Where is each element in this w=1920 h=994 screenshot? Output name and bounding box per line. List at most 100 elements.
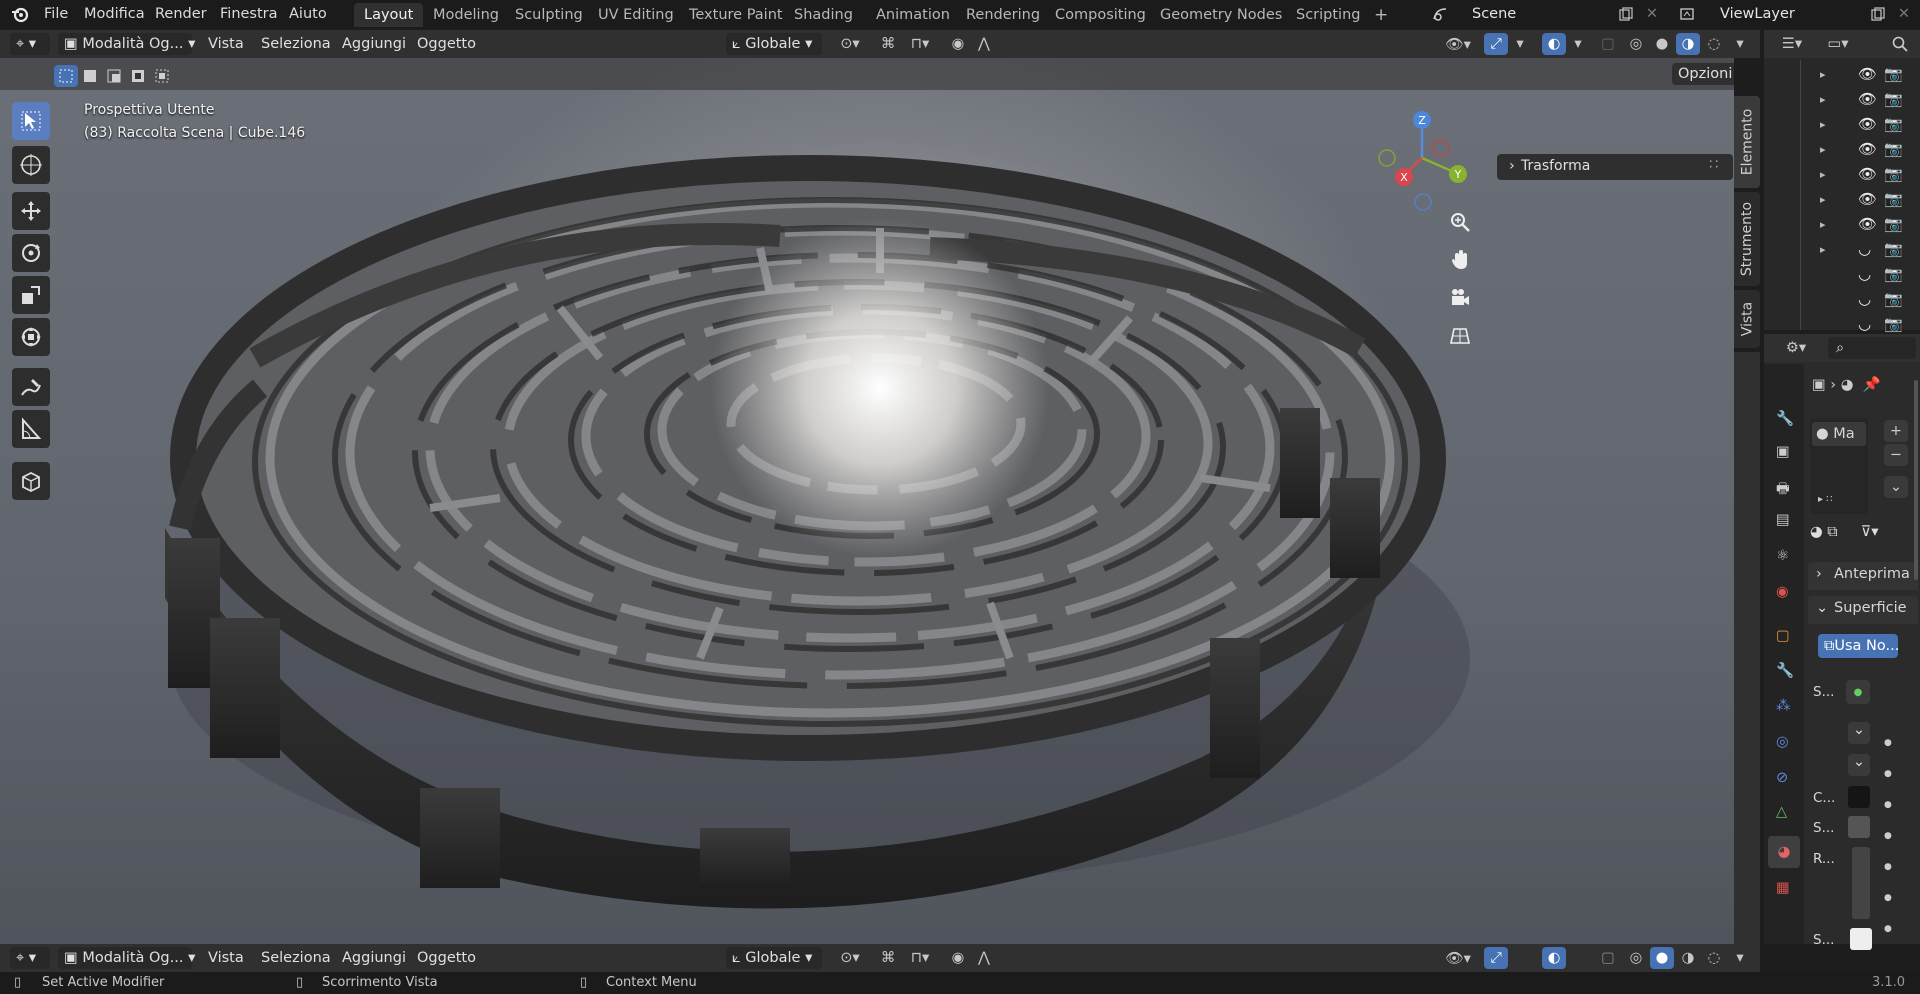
snap-toggle-icon[interactable]: ⌘	[876, 33, 900, 55]
measure-tool[interactable]	[12, 410, 50, 448]
menu-view-bottom[interactable]: Vista	[208, 948, 244, 968]
menu-object-bottom[interactable]: Oggetto	[417, 948, 476, 968]
transform-orientation-dropdown-bottom[interactable]: ⟀ Globale ▾	[726, 947, 822, 969]
tab-uv-editing[interactable]: UV Editing	[588, 3, 684, 27]
menu-view[interactable]: Vista	[208, 34, 244, 54]
falloff-icon[interactable]: ⋀	[972, 33, 996, 55]
cursor-tool[interactable]	[12, 146, 50, 184]
shading-rendered-icon[interactable]: ◌	[1702, 33, 1726, 55]
radius-vector-field[interactable]	[1852, 847, 1870, 919]
transform-orientation-dropdown[interactable]: ⟀ Globale ▾	[726, 33, 822, 55]
menu-render[interactable]: Render	[147, 3, 215, 25]
search-icon[interactable]	[1888, 33, 1912, 55]
transform-tool[interactable]	[12, 318, 50, 356]
tab-compositing[interactable]: Compositing	[1045, 3, 1156, 27]
falloff-icon-bottom[interactable]: ⋀	[972, 947, 996, 969]
view-layer-icon[interactable]	[1676, 3, 1700, 25]
tab-rendering[interactable]: Rendering	[956, 3, 1050, 27]
menu-select[interactable]: Seleziona	[261, 34, 331, 54]
gizmo-dropdown-icon[interactable]: ▾	[1508, 33, 1532, 55]
shading-wireframe-icon[interactable]: ◎	[1624, 33, 1648, 55]
distribution-dropdown[interactable]: ⌄	[1848, 722, 1870, 744]
mode-dropdown[interactable]: ▣ Modalità Og... ▾	[58, 33, 195, 55]
data-tab-icon[interactable]: △	[1776, 804, 1787, 820]
shading-dropdown-icon[interactable]: ▾	[1728, 33, 1752, 55]
rotate-tool[interactable]	[12, 234, 50, 272]
zoom-icon[interactable]	[1444, 206, 1476, 238]
proportional-edit-icon[interactable]: ◉	[946, 33, 970, 55]
remove-view-layer-icon[interactable]: ✕	[1892, 3, 1916, 25]
tab-sculpting[interactable]: Sculpting	[505, 3, 593, 27]
editor-type-dropdown-bottom[interactable]: ⌖ ▾	[10, 947, 50, 969]
menu-window[interactable]: Finestra	[212, 3, 286, 25]
subsurface-color-swatch[interactable]	[1850, 928, 1872, 950]
proportional-edit-icon-bottom[interactable]: ◉	[946, 947, 970, 969]
output-tab-icon[interactable]: 🖶	[1776, 478, 1790, 503]
properties-search-input[interactable]: ⌕	[1828, 337, 1916, 359]
tab-item[interactable]: Elemento	[1734, 96, 1760, 188]
shading-material-icon[interactable]: ◑	[1676, 33, 1700, 55]
remove-scene-icon[interactable]: ✕	[1640, 3, 1664, 25]
sidebar-transform-panel[interactable]: › Trasforma ∷	[1497, 154, 1733, 180]
snap-toggle-icon-bottom[interactable]: ⌘	[876, 947, 900, 969]
move-tool[interactable]	[12, 192, 50, 230]
use-nodes-button[interactable]: ⧉Usa No...	[1818, 634, 1898, 658]
tab-texture-paint[interactable]: Texture Paint	[679, 3, 793, 27]
tab-scripting[interactable]: Scripting	[1286, 3, 1370, 27]
shading-rendered-icon-bottom[interactable]: ◌	[1702, 947, 1726, 969]
object-tab-icon[interactable]: ▢	[1776, 628, 1790, 644]
preview-panel-header[interactable]: › Anteprima	[1808, 562, 1918, 590]
gizmo-toggle-icon[interactable]: ⤢	[1484, 33, 1508, 55]
scene-selector-icon[interactable]	[1428, 3, 1452, 25]
outliner-editor-type-icon[interactable]: ☰▾	[1774, 33, 1810, 55]
tab-modeling[interactable]: Modeling	[423, 3, 509, 27]
expand-arrow-icon[interactable]: ▸ ∷	[1818, 494, 1833, 505]
tab-shading[interactable]: Shading	[784, 3, 863, 27]
overlays-toggle-icon-bottom[interactable]: ◐	[1542, 947, 1566, 969]
editor-type-dropdown[interactable]: ⌖ ▾	[10, 33, 50, 55]
tab-layout[interactable]: Layout	[354, 3, 424, 27]
visibility-icon[interactable]: 👁▾	[1440, 33, 1476, 55]
view-layer-tab-icon[interactable]: ▤	[1776, 512, 1790, 528]
keyframe-dots-icon[interactable]: ● ● ● ● ● ● ●	[1884, 728, 1892, 945]
new-view-layer-icon[interactable]	[1866, 3, 1890, 25]
material-tab-icon[interactable]: ◕	[1768, 836, 1800, 868]
physics-tab-icon[interactable]: ◎	[1776, 734, 1789, 750]
shading-dropdown-icon-bottom[interactable]: ▾	[1728, 947, 1752, 969]
render-camera-icon[interactable]: 📷 📷 📷 📷 📷 📷 📷 📷 📷 📷 📷	[1884, 62, 1903, 337]
constraints-tab-icon[interactable]: ⊘	[1776, 770, 1788, 786]
remove-slot-button[interactable]: −	[1884, 444, 1908, 466]
surface-panel-header[interactable]: ⌄ Superficie	[1808, 596, 1918, 624]
gizmo-toggle-icon-bottom[interactable]: ⤢	[1484, 947, 1508, 969]
tab-geometry-nodes[interactable]: Geometry Nodes	[1150, 3, 1292, 27]
scene-name-field[interactable]: Scene	[1464, 3, 1612, 25]
slot-specials-dropdown[interactable]: ⌄	[1884, 476, 1908, 498]
shading-solid-icon-bottom[interactable]: ●	[1650, 947, 1674, 969]
menu-file[interactable]: File	[36, 3, 76, 25]
pivot-point-icon[interactable]: ⊙▾	[832, 33, 868, 55]
xray-toggle-icon[interactable]: ▢	[1596, 33, 1620, 55]
particles-tab-icon[interactable]: ⁂	[1776, 698, 1791, 714]
scene-tab-icon[interactable]: ⚛	[1776, 548, 1789, 564]
pan-hand-icon[interactable]	[1444, 244, 1476, 276]
material-slot-item[interactable]: ● Ma	[1812, 422, 1866, 446]
snap-target-icon[interactable]: ⊓▾	[900, 33, 940, 55]
overlays-toggle-icon[interactable]: ◐	[1542, 33, 1566, 55]
tab-tool[interactable]: Strumento	[1734, 192, 1760, 286]
subsurface-method-dropdown[interactable]: ⌄	[1848, 754, 1870, 776]
add-workspace-button[interactable]: +	[1364, 3, 1398, 27]
base-color-swatch[interactable]	[1848, 786, 1870, 808]
view-layer-name-field[interactable]: ViewLayer	[1712, 3, 1862, 25]
subsurface-field[interactable]	[1848, 816, 1870, 838]
expand-arrow-icon[interactable]: ▸ ▸ ▸ ▸ ▸ ▸ ▸ ▸	[1820, 62, 1826, 262]
tab-view[interactable]: Vista	[1734, 290, 1760, 348]
visibility-icon-bottom[interactable]: 👁▾	[1440, 947, 1476, 969]
snap-target-icon-bottom[interactable]: ⊓▾	[900, 947, 940, 969]
tab-animation[interactable]: Animation	[866, 3, 960, 27]
mode-dropdown-bottom[interactable]: ▣ Modalità Og... ▾	[58, 947, 195, 969]
overlays-dropdown-icon[interactable]: ▾	[1566, 33, 1590, 55]
select-tool[interactable]	[12, 102, 50, 140]
camera-view-icon[interactable]	[1444, 282, 1476, 314]
blender-logo-icon[interactable]	[10, 4, 30, 24]
shader-socket-icon[interactable]: ●	[1846, 680, 1870, 704]
